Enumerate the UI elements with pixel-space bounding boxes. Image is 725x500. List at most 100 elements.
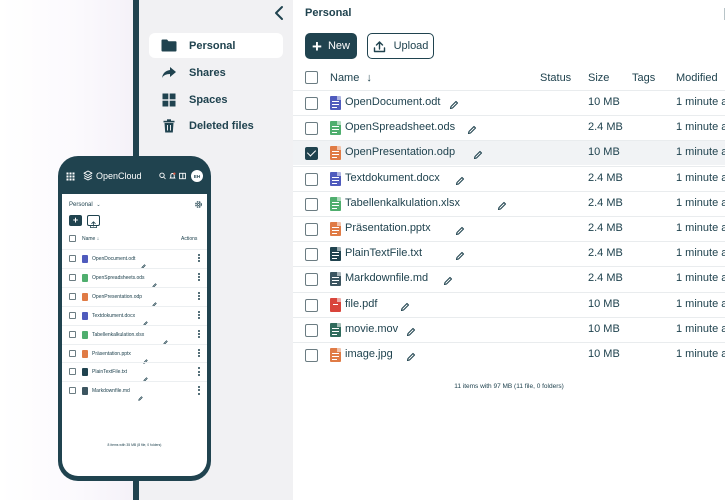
phone-table-row[interactable]: OpenDocument.odt [62,249,207,269]
file-name[interactable]: file.pdf [345,298,377,310]
file-name[interactable]: PlainTextFile.txt [345,247,422,259]
sidebar-item-deleted-files[interactable]: Deleted files [149,113,283,138]
rename-pencil-icon[interactable] [400,299,410,311]
rename-pencil-icon[interactable] [143,313,149,326]
file-name[interactable]: Präsentation.pptx [345,222,431,234]
table-row[interactable]: image.jpg 10 MB 1 minute ago [293,342,725,367]
file-name[interactable]: Markdownfile.md [345,272,428,284]
rename-pencil-icon[interactable] [152,294,157,307]
more-actions-icon[interactable] [198,329,201,340]
table-row[interactable]: OpenSpreadsheet.ods 2.4 MB 1 minute ago [293,115,725,140]
phone-table-row[interactable]: Präsentation.pptx [62,343,207,364]
bell-icon[interactable] [169,172,176,180]
sidebar-item-personal[interactable]: Personal [149,33,283,58]
phone-table-row[interactable]: Markdownfile.md [62,381,207,402]
phone-breadcrumb[interactable]: Personal ⌄ [69,202,101,208]
rename-pencil-icon[interactable] [140,256,146,269]
row-checkbox[interactable] [305,172,318,186]
row-checkbox[interactable] [305,323,318,337]
phone-row-checkbox[interactable] [69,255,76,262]
phone-row-checkbox[interactable] [69,330,76,338]
table-row[interactable]: OpenDocument.odt 10 MB 1 minute ago [293,90,725,115]
phone-file-name[interactable]: Textdokument.docx [92,313,135,319]
phone-table-row[interactable]: Textdokument.docx [62,305,207,326]
rename-pencil-icon[interactable] [138,388,143,402]
table-row[interactable]: Präsentation.pptx 2.4 MB 1 minute ago [293,216,725,241]
file-name[interactable]: OpenPresentation.odp [345,146,455,158]
phone-table-row[interactable]: OpenSpreadsheets.ods [62,267,207,288]
phone-table-row[interactable]: Tabellenkalkulation.xlsx [62,324,207,345]
phone-row-checkbox[interactable] [69,273,76,281]
row-checkbox[interactable] [305,248,318,262]
file-name[interactable]: OpenSpreadsheet.ods [345,121,455,133]
phone-table-row[interactable]: PlainTextFile.txt [62,362,207,383]
chevron-left-icon[interactable] [272,5,286,21]
phone-row-checkbox[interactable] [69,292,76,300]
rename-pencil-icon[interactable] [473,147,483,160]
file-name[interactable]: movie.mov [345,323,398,335]
row-checkbox[interactable] [305,122,318,136]
row-checkbox[interactable] [305,273,318,287]
rename-pencil-icon[interactable] [163,332,169,345]
rename-pencil-icon[interactable] [152,275,157,288]
phone-row-checkbox[interactable] [69,349,76,357]
rename-pencil-icon[interactable] [406,349,416,362]
row-checkbox[interactable] [305,349,318,362]
phone-file-name[interactable]: Markdownfile.md [92,388,130,394]
rename-pencil-icon[interactable] [455,223,465,236]
rename-pencil-icon[interactable] [497,198,507,210]
search-icon[interactable] [159,172,166,180]
file-name[interactable]: image.jpg [345,348,393,360]
rename-pencil-icon[interactable] [443,273,453,286]
phone-select-all-checkbox[interactable] [69,235,76,242]
phone-new-button[interactable]: + [69,215,82,226]
phone-file-name[interactable]: OpenSpreadsheets.ods [92,275,145,281]
table-row[interactable]: movie.mov 10 MB 1 minute ago [293,316,725,342]
row-checkbox[interactable] [305,298,318,312]
table-row[interactable]: file.pdf 10 MB 1 minute ago [293,291,725,317]
select-all-checkbox[interactable] [305,71,318,84]
rename-pencil-icon[interactable] [455,248,465,261]
app-grid-icon[interactable] [66,172,75,181]
sidebar-item-shares[interactable]: Shares [149,60,283,85]
table-row[interactable]: PlainTextFile.txt 2.4 MB 1 minute ago [293,241,725,266]
breadcrumb[interactable]: Personal [305,7,351,19]
rename-pencil-icon[interactable] [449,97,459,110]
column-header-size[interactable]: Size [588,72,609,84]
column-header-name[interactable]: Name ↓ [330,72,372,84]
more-actions-icon[interactable] [198,254,201,264]
table-row[interactable]: Tabellenkalkulation.xlsx 2.4 MB 1 minute a… [293,190,725,216]
row-checkbox[interactable] [305,97,318,110]
phone-row-checkbox[interactable] [69,368,76,376]
rename-pencil-icon[interactable] [143,351,149,364]
phone-column-header-name[interactable]: Name ↓ [82,236,99,242]
rename-pencil-icon[interactable] [406,324,416,336]
file-name[interactable]: OpenDocument.odt [345,96,440,108]
phone-upload-button[interactable] [87,215,100,228]
avatar[interactable]: EH [191,170,203,182]
more-actions-icon[interactable] [198,291,201,302]
rename-pencil-icon[interactable] [467,122,477,135]
table-row[interactable]: Markdownfile.md 2.4 MB 1 minute ago [293,266,725,291]
table-row[interactable]: OpenPresentation.odp 10 MB 1 minute ago [293,140,725,166]
more-actions-icon[interactable] [198,367,201,377]
phone-file-name[interactable]: OpenDocument.odt [92,256,135,262]
column-header-tags[interactable]: Tags [632,72,655,84]
row-checkbox[interactable] [305,147,318,161]
rename-pencil-icon[interactable] [143,369,149,383]
rename-pencil-icon[interactable] [455,173,465,185]
phone-file-name[interactable]: PlainTextFile.txt [92,369,127,375]
file-name[interactable]: Tabellenkalkulation.xlsx [345,197,460,209]
more-actions-icon[interactable] [198,272,201,283]
file-name[interactable]: Textdokument.docx [345,172,440,184]
gear-icon[interactable] [194,200,203,209]
phone-row-checkbox[interactable] [69,311,76,319]
phone-file-name[interactable]: Präsentation.pptx [92,351,131,357]
phone-row-checkbox[interactable] [69,387,76,395]
column-header-modified[interactable]: Modified [676,72,718,84]
phone-table-row[interactable]: OpenPresentation.odp [62,286,207,307]
more-actions-icon[interactable] [198,386,201,396]
more-actions-icon[interactable] [198,310,201,321]
row-checkbox[interactable] [305,197,318,211]
phone-file-name[interactable]: OpenPresentation.odp [92,294,142,300]
